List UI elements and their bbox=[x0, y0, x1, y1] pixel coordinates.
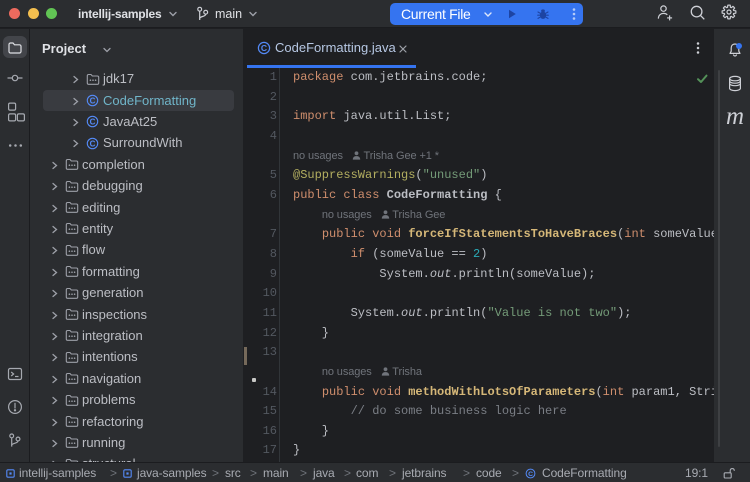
svg-text:C: C bbox=[261, 43, 267, 53]
svg-text:C: C bbox=[90, 139, 96, 148]
svg-text:C: C bbox=[90, 97, 96, 106]
svg-text:C: C bbox=[528, 471, 533, 478]
svg-text:C: C bbox=[90, 118, 96, 127]
